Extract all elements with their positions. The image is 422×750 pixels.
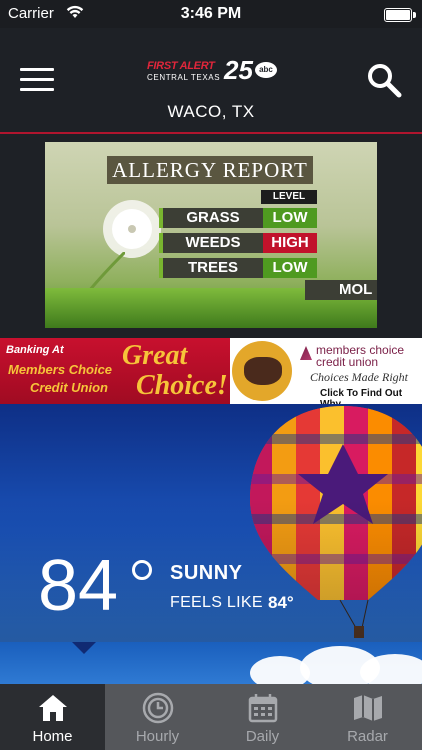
search-icon	[368, 64, 402, 98]
ad-cta[interactable]: Click To Find Out Why.	[320, 388, 422, 404]
allergy-name: WEEDS	[159, 233, 263, 253]
allergy-row-grass: GRASS LOW	[159, 208, 319, 228]
tab-radar[interactable]: Radar	[315, 684, 420, 750]
ad-brand: members choice credit union	[316, 344, 404, 368]
home-icon	[39, 695, 67, 721]
members-choice-logo-icon	[300, 346, 312, 360]
bull-logo-icon	[232, 341, 292, 401]
ad-brand-line2: credit union	[316, 355, 379, 369]
tab-label: Radar	[347, 728, 388, 745]
logo-channel: 25	[224, 55, 253, 85]
feels-like-label: FEELS LIKE	[170, 594, 263, 611]
weather-condition: SUNNY	[170, 562, 243, 584]
allergy-name: TREES	[159, 258, 263, 278]
cloud-image	[360, 654, 422, 684]
logo-central-texas: CENTRAL TEXAS	[147, 73, 221, 82]
bottom-tab-bar: Home Hourly Daily Radar	[0, 684, 422, 750]
search-button[interactable]	[366, 62, 402, 98]
ad-line3: Credit Union	[30, 380, 108, 395]
allergy-row-trees: TREES LOW	[159, 258, 319, 278]
ad-banner[interactable]: Banking At Members Choice Credit Union G…	[0, 338, 422, 404]
ad-line1: Banking At	[6, 344, 64, 356]
allergy-row-mold-partial: MOL	[305, 280, 377, 300]
current-temperature: 84	[38, 546, 119, 626]
ad-tagline: Choices Made Right	[310, 370, 408, 384]
allergy-level: HIGH	[263, 233, 317, 253]
allergy-report-card[interactable]: ALLERGY REPORT LEVEL GRASS LOW WEEDS HIG…	[45, 142, 377, 328]
app-header: FIRST ALERT CENTRAL TEXAS 25 abc WACO, T…	[0, 28, 422, 134]
level-header: LEVEL	[261, 190, 317, 204]
allergy-title: ALLERGY REPORT	[107, 156, 313, 184]
calendar-icon	[248, 694, 278, 723]
tab-label: Home	[32, 728, 73, 745]
status-bar: Carrier 3:46 PM	[0, 0, 422, 28]
battery-icon	[384, 8, 416, 22]
logo-first-alert: FIRST ALERT	[147, 60, 215, 72]
hamburger-icon-bar	[20, 68, 54, 71]
hamburger-icon-bar	[20, 88, 54, 91]
tab-hourly[interactable]: Hourly	[105, 684, 210, 750]
hamburger-icon-bar	[20, 78, 54, 81]
dandelion-image	[103, 200, 161, 258]
tab-label: Hourly	[135, 728, 180, 745]
ad-line2: Members Choice	[8, 362, 113, 377]
allergy-row-weeds: WEEDS HIGH	[159, 233, 319, 253]
map-icon	[354, 695, 382, 721]
allergy-level: LOW	[263, 258, 317, 278]
allergy-section: ALLERGY REPORT LEVEL GRASS LOW WEEDS HIG…	[0, 134, 422, 338]
clock-icon	[142, 692, 174, 724]
tab-label: Daily	[245, 728, 280, 745]
clock-time: 3:46 PM	[180, 5, 242, 22]
ad-headline2: Choice!	[136, 370, 228, 401]
tab-daily[interactable]: Daily	[210, 684, 315, 750]
menu-button[interactable]	[20, 68, 54, 94]
sky-band	[0, 642, 422, 684]
section-pointer	[72, 642, 96, 654]
ad-headline1: Great	[122, 340, 188, 371]
allergy-name: GRASS	[159, 208, 263, 228]
logo-network: abc	[255, 62, 277, 78]
tab-home[interactable]: Home	[0, 684, 105, 750]
current-conditions[interactable]: 84 SUNNY FEELS LIKE 84°	[0, 404, 422, 684]
station-logo: FIRST ALERT CENTRAL TEXAS 25 abc	[145, 55, 280, 86]
degree-symbol-icon	[132, 560, 152, 580]
allergy-level: LOW	[263, 208, 317, 228]
feels-like-value: 84°	[268, 593, 294, 612]
location-label[interactable]: WACO, TX	[0, 102, 422, 122]
